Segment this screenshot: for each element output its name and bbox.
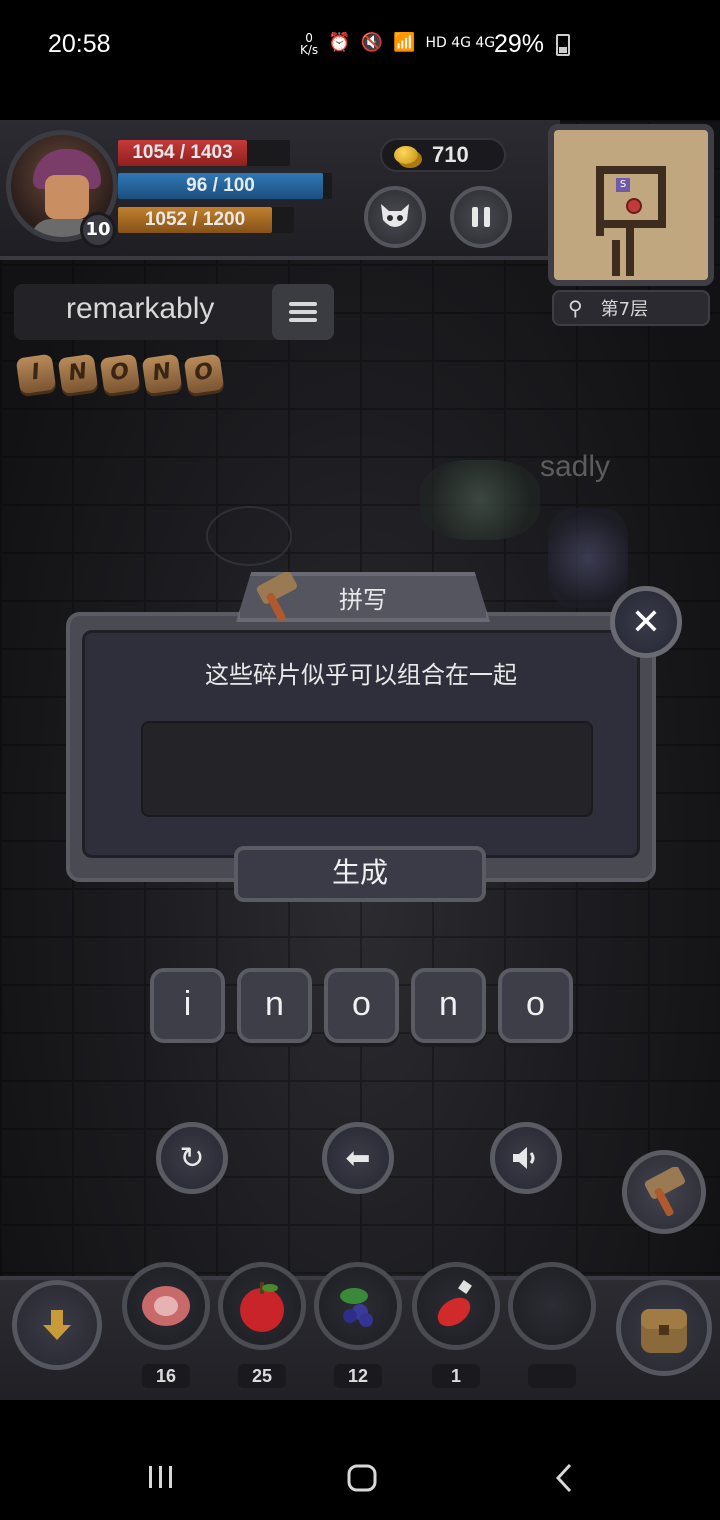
- rune-fragment: O: [183, 353, 225, 395]
- alarm-icon: ⏰: [328, 32, 351, 53]
- hammer-icon: [256, 572, 297, 622]
- recent-apps-icon[interactable]: [146, 1462, 176, 1492]
- minimap[interactable]: S: [548, 124, 714, 286]
- reset-button[interactable]: ↻: [156, 1122, 228, 1194]
- coin-counter: 710: [380, 138, 506, 172]
- player-level-badge: 10: [80, 212, 116, 248]
- current-word: remarkably: [66, 292, 215, 325]
- rune-fragments: I N O N O: [15, 353, 225, 395]
- inventory-slot-apple[interactable]: [218, 1262, 306, 1350]
- letter-tile[interactable]: i: [150, 968, 225, 1043]
- spell-dialog: 这些碎片似乎可以组合在一起: [66, 612, 656, 882]
- letter-tiles: i n o n o: [150, 968, 573, 1043]
- coin-icon: [394, 146, 418, 164]
- inventory-slot-berries[interactable]: [314, 1262, 402, 1350]
- refresh-icon: ↻: [179, 1140, 205, 1176]
- magic-circle: [206, 506, 292, 566]
- mute-icon: 🔇: [360, 32, 384, 53]
- pronounce-button[interactable]: [490, 1122, 562, 1194]
- letter-tile[interactable]: o: [324, 968, 399, 1043]
- dialog-message: 这些碎片似乎可以组合在一起: [205, 661, 517, 689]
- dialog-body: 这些碎片似乎可以组合在一起: [82, 630, 640, 858]
- hp-bar: 1054 / 1403: [118, 140, 247, 166]
- potion-icon: [437, 1280, 472, 1327]
- close-icon: ✕: [630, 601, 662, 643]
- system-nav-bar: [0, 1400, 720, 1520]
- rune-fragment: N: [57, 353, 99, 395]
- backpack-button[interactable]: [616, 1280, 712, 1376]
- rune-fragment: I: [15, 353, 57, 395]
- floor-indicator[interactable]: ⚲ 第7层: [552, 290, 710, 326]
- generate-button[interactable]: 生成: [234, 846, 486, 902]
- answer-field[interactable]: [141, 721, 593, 817]
- status-bar: 20:58 0 K/s ⏰ 🔇 📶 HD 4G 4G 29%: [0, 0, 720, 92]
- status-time: 20:58: [48, 30, 111, 58]
- apple-icon: [240, 1282, 284, 1332]
- drop-button[interactable]: [12, 1280, 102, 1370]
- rune-fragment: O: [99, 353, 141, 395]
- hammer-icon: [644, 1167, 685, 1217]
- enemy-word-label: sadly: [540, 450, 611, 483]
- xp-bar: 1052 / 1200: [118, 207, 272, 233]
- wifi-icon: 📶: [393, 32, 416, 53]
- enemy-sprite[interactable]: [420, 460, 540, 540]
- monster-face-icon: [381, 204, 409, 227]
- home-icon[interactable]: [346, 1462, 378, 1494]
- screen: 20:58 0 K/s ⏰ 🔇 📶 HD 4G 4G 29% 10 1054 /…: [0, 0, 720, 1520]
- list-icon: [289, 302, 317, 306]
- minimap-start-marker: S: [616, 178, 630, 192]
- back-icon[interactable]: [552, 1462, 576, 1494]
- monster-book-button[interactable]: [364, 186, 426, 248]
- letter-tile[interactable]: o: [498, 968, 573, 1043]
- battery-icon: [556, 34, 570, 56]
- item-count: 25: [238, 1364, 286, 1388]
- inventory-slot-meat[interactable]: [122, 1262, 210, 1350]
- item-count: 1: [432, 1364, 480, 1388]
- mp-bar: 96 / 100: [118, 173, 323, 199]
- rune-fragment: N: [141, 353, 183, 395]
- letter-tile[interactable]: n: [411, 968, 486, 1043]
- item-count: 16: [142, 1364, 190, 1388]
- floor-label: 第7层: [600, 299, 649, 320]
- pause-icon: [472, 207, 478, 227]
- enemy-sprite-2[interactable]: [548, 508, 628, 608]
- pause-button[interactable]: [450, 186, 512, 248]
- close-button[interactable]: ✕: [610, 586, 682, 658]
- item-count: 12: [334, 1364, 382, 1388]
- coin-value: 710: [432, 142, 469, 167]
- game-area[interactable]: 10 1054 / 1403 96 / 100 1052 / 1200 710: [0, 120, 720, 1400]
- berries-icon: [340, 1288, 373, 1327]
- battery-percent: 29%: [493, 30, 544, 58]
- spell-hammer-button[interactable]: [622, 1150, 706, 1234]
- inventory-slot-empty[interactable]: [508, 1262, 596, 1350]
- status-icons: 0 K/s ⏰ 🔇 📶 HD 4G 4G: [300, 32, 495, 56]
- meat-icon: [142, 1286, 190, 1326]
- arrow-down-icon: [43, 1310, 71, 1340]
- item-count: [528, 1364, 576, 1388]
- network-label: HD 4G 4G: [425, 35, 496, 51]
- minimap-player-marker: [626, 198, 642, 214]
- backspace-button[interactable]: ⬅: [322, 1122, 394, 1194]
- speaker-icon: [513, 1147, 535, 1169]
- letter-tile[interactable]: n: [237, 968, 312, 1043]
- backpack-icon: [641, 1309, 687, 1353]
- inventory-slot-potion[interactable]: [412, 1262, 500, 1350]
- arrow-left-icon: ⬅: [345, 1140, 371, 1176]
- word-list-button[interactable]: [272, 284, 334, 340]
- net-speed-icon: 0 K/s: [300, 31, 319, 57]
- search-icon: ⚲: [568, 296, 583, 320]
